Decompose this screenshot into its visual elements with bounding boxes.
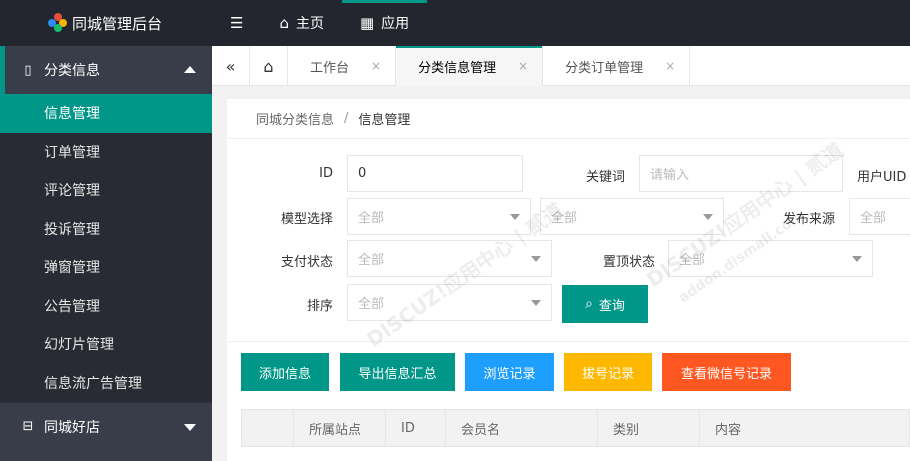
home-icon: ⌂	[263, 56, 274, 76]
breadcrumb-root[interactable]: 同城分类信息	[256, 109, 334, 128]
search-icon: ⌕	[585, 296, 593, 312]
breadcrumb-current: 信息管理	[358, 113, 411, 128]
tab-classified-orders[interactable]: 分类订单管理 ×	[543, 46, 691, 86]
divider	[227, 341, 910, 342]
table-header: 所属站点 ID 会员名 类别 内容	[241, 409, 910, 447]
model-select-2-value: 全部	[551, 211, 578, 226]
tabs-scroll-left-button[interactable]: «	[212, 46, 250, 86]
uid-label: 用户UID	[857, 170, 907, 185]
table-header-id: ID	[386, 410, 446, 446]
close-icon[interactable]: ×	[371, 59, 381, 73]
model-select-2[interactable]: 全部	[540, 198, 724, 235]
model-select-1-value: 全部	[358, 211, 385, 226]
chevron-down-icon	[510, 214, 520, 220]
caret-down-icon	[184, 424, 196, 431]
pay-status-select[interactable]: 全部	[347, 240, 552, 277]
top-status-select[interactable]: 全部	[668, 240, 873, 277]
sidebar-group-classified[interactable]: ▯ 分类信息	[0, 46, 212, 94]
sidebar-item-notices[interactable]: 公告管理	[0, 287, 212, 326]
sidebar-item-slides[interactable]: 幻灯片管理	[0, 325, 212, 364]
menu-fold-button[interactable]: ☰	[212, 0, 261, 46]
tab-classified-manage[interactable]: 分类信息管理 ×	[396, 46, 544, 86]
sort-label: 排序	[306, 299, 333, 314]
store-icon: ⊟	[22, 419, 34, 434]
add-info-button[interactable]: 添加信息	[241, 353, 329, 391]
tab-home-button[interactable]: ⌂	[250, 46, 288, 86]
model-select-1[interactable]: 全部	[347, 198, 531, 235]
app-title: 同城管理后台	[72, 14, 163, 33]
chevron-down-icon	[703, 214, 713, 220]
chevron-down-icon	[531, 256, 541, 262]
chevron-down-icon	[531, 300, 541, 306]
sidebar-submenu: 信息管理 订单管理 评论管理 投诉管理 弹窗管理 公告管理 幻灯片管理 信息流广…	[0, 94, 212, 402]
sort-select[interactable]: 全部	[347, 284, 552, 321]
source-label: 发布来源	[782, 212, 835, 227]
caret-up-icon	[184, 66, 196, 73]
model-label: 模型选择	[280, 212, 333, 227]
export-summary-button[interactable]: 导出信息汇总	[340, 353, 455, 391]
breadcrumb-separator: /	[344, 111, 349, 126]
sidebar-group-label: 同城好店	[44, 419, 100, 436]
sidebar-item-feed-ads[interactable]: 信息流广告管理	[0, 364, 212, 403]
app-logo[interactable]: 同城管理后台	[0, 0, 212, 46]
query-button-label: 查询	[598, 298, 625, 314]
breadcrumb: 同城分类信息 / 信息管理	[227, 99, 910, 139]
table-header-checkbox[interactable]	[242, 410, 294, 446]
keyword-input[interactable]: 请输入	[639, 155, 843, 192]
pay-status-value: 全部	[358, 253, 385, 268]
sidebar-item-popups[interactable]: 弹窗管理	[0, 248, 212, 287]
tab-label: 分类信息管理	[418, 60, 497, 76]
nav-apps-label: 应用	[381, 16, 410, 32]
sort-value: 全部	[358, 297, 385, 312]
close-icon[interactable]: ×	[518, 59, 528, 73]
chevron-down-icon	[852, 256, 862, 262]
query-button[interactable]: ⌕ 查询	[562, 285, 648, 323]
close-icon[interactable]: ×	[665, 59, 675, 73]
sidebar-item-complaints[interactable]: 投诉管理	[0, 210, 212, 249]
flower-logo-icon	[48, 13, 67, 32]
tab-label: 分类订单管理	[565, 60, 644, 76]
sidebar-item-comments[interactable]: 评论管理	[0, 171, 212, 210]
sidebar-group-shops[interactable]: ⊟ 同城好店	[0, 402, 212, 450]
wechat-records-button[interactable]: 查看微信号记录	[662, 353, 791, 391]
apps-icon: ▦	[359, 14, 375, 32]
table-header-member: 会员名	[446, 410, 598, 446]
id-input[interactable]: 0	[347, 155, 523, 192]
pay-status-label: 支付状态	[280, 255, 333, 270]
top-status-value: 全部	[679, 253, 706, 268]
nav-home[interactable]: ⌂ 主页	[261, 0, 342, 46]
tab-bar: « ⌂ 工作台 × 分类信息管理 × 分类订单管理 ×	[212, 46, 910, 86]
document-icon: ▯	[24, 62, 32, 78]
nav-home-label: 主页	[295, 16, 324, 32]
home-icon: ⌂	[279, 14, 289, 32]
sidebar: ▯ 分类信息 信息管理 订单管理 评论管理 投诉管理 弹窗管理 公告管理 幻灯片…	[0, 46, 212, 461]
browse-records-button[interactable]: 浏览记录	[465, 353, 554, 391]
nav-apps[interactable]: ▦ 应用	[341, 0, 428, 46]
dial-records-button[interactable]: 拔号记录	[564, 353, 652, 391]
tab-label: 工作台	[310, 60, 350, 76]
top-status-label: 置顶状态	[602, 255, 655, 270]
source-select[interactable]: 全部	[849, 198, 910, 235]
sidebar-group-label: 分类信息	[44, 63, 100, 79]
id-label: ID	[319, 166, 333, 181]
content-card: 同城分类信息 / 信息管理 ID 0 关键词 请输入 用户UID 模型选择 全部…	[227, 99, 910, 461]
double-chevron-left-icon: «	[225, 56, 236, 76]
tab-workbench[interactable]: 工作台 ×	[288, 46, 397, 86]
menu-fold-icon: ☰	[230, 14, 244, 32]
top-header: 同城管理后台 ☰ ⌂ 主页 ▦ 应用	[0, 0, 910, 46]
table-header-site: 所属站点	[294, 410, 386, 446]
sidebar-item-orders[interactable]: 订单管理	[0, 133, 212, 172]
table-header-category: 类别	[598, 410, 700, 446]
sidebar-item-info-manage[interactable]: 信息管理	[0, 94, 212, 133]
keyword-label: 关键词	[585, 170, 625, 185]
source-select-value: 全部	[860, 211, 887, 226]
table-header-content: 内容	[715, 422, 742, 438]
top-nav: ☰ ⌂ 主页 ▦ 应用	[212, 0, 428, 46]
